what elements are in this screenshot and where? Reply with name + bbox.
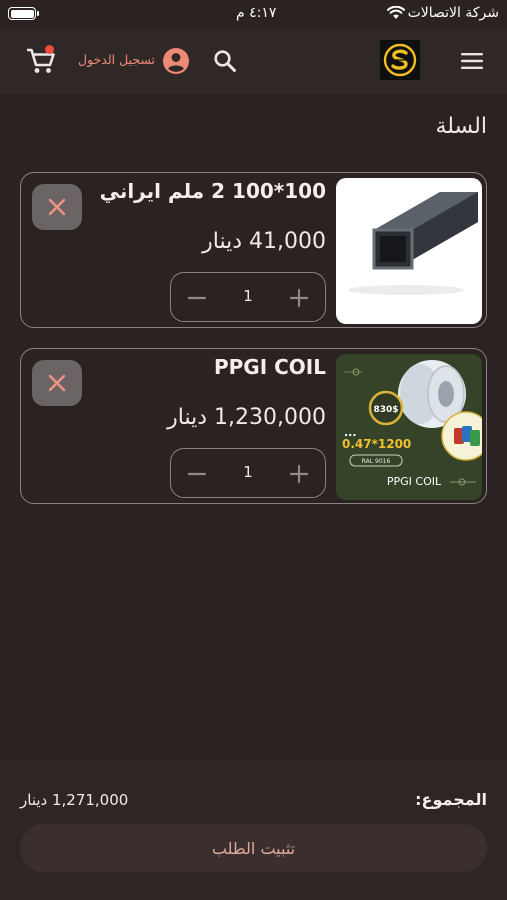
promo-ral: RAL 9016 [362, 458, 391, 465]
account-circle-icon[interactable] [162, 47, 190, 75]
page-title: السلة [435, 114, 487, 139]
quantity-stepper: 1 [170, 448, 326, 498]
product-name: PPGI COIL [213, 355, 326, 379]
confirm-order-label: تثبيت الطلب [211, 838, 296, 858]
product-price: 1,230,000 دينار [167, 405, 326, 430]
ppgi-coil-image: 830$ ... 0.47*1200 RAL 9016 PPGI COIL [336, 354, 482, 500]
square-steel-tube-image [336, 178, 482, 324]
product-price: 41,000 دينار [202, 229, 326, 254]
carrier-name: شركة الاتصالات [407, 5, 499, 21]
cart-summary: المجموع: 1,271,000 دينار تثبيت الطلب [0, 760, 507, 900]
logo-mark-icon [383, 43, 417, 77]
plus-icon[interactable] [287, 286, 311, 310]
plus-icon[interactable] [287, 462, 311, 486]
remove-item-button[interactable] [32, 360, 82, 406]
login-link[interactable]: تسجيل الدخول [78, 52, 155, 67]
promo-badge-price: 830$ [373, 405, 398, 415]
wifi-icon [387, 6, 405, 19]
status-bar: شركة الاتصالات ٤:١٧ م [0, 0, 507, 28]
search-icon[interactable] [210, 46, 240, 76]
product-name: 100*100 2 ملم ايراني [99, 179, 326, 203]
battery-icon [8, 7, 36, 20]
product-image[interactable]: 830$ ... 0.47*1200 RAL 9016 PPGI COIL [336, 354, 482, 500]
battery-tip [37, 11, 39, 16]
confirm-order-button[interactable]: تثبيت الطلب [20, 824, 487, 872]
brand-logo[interactable] [380, 40, 420, 80]
close-icon [48, 198, 66, 216]
app-bar: تسجيل الدخول [0, 28, 507, 94]
cart-badge [45, 45, 54, 54]
total-label: المجموع: [415, 790, 487, 809]
remove-item-button[interactable] [32, 184, 82, 230]
menu-icon[interactable] [454, 48, 490, 74]
product-image[interactable] [336, 178, 482, 324]
clock: ٤:١٧ م [236, 5, 277, 21]
close-icon [48, 374, 66, 392]
promo-caption: PPGI COIL [387, 475, 442, 488]
total-value: 1,271,000 دينار [20, 791, 129, 809]
cart-item: 830$ ... 0.47*1200 RAL 9016 PPGI COIL PP… [20, 348, 487, 504]
promo-spec: 0.47*1200 [342, 437, 411, 451]
cart-item: 100*100 2 ملم ايراني 41,000 دينار 1 [20, 172, 487, 328]
quantity-stepper: 1 [170, 272, 326, 322]
